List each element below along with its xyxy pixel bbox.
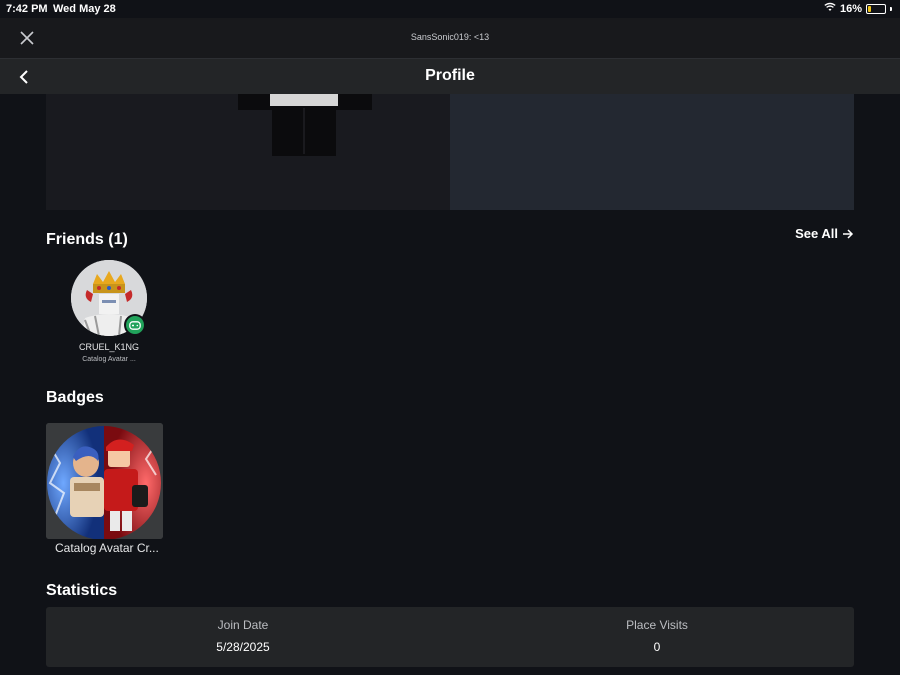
- badge-tile[interactable]: [46, 423, 163, 539]
- gamepad-icon: [129, 320, 141, 330]
- window-title: SansSonic019: <13: [410, 32, 490, 42]
- wifi-icon: [824, 2, 836, 15]
- friend-tile[interactable]: CRUEL_K1NG Catalog Avatar ...: [71, 260, 149, 363]
- status-date: Wed May 28: [53, 3, 116, 15]
- avatar-preview[interactable]: [46, 94, 450, 210]
- battery-percent: 16%: [839, 2, 862, 15]
- status-indicators: 16%: [824, 2, 892, 15]
- battery-icon: [866, 3, 886, 14]
- statistics-heading: Statistics: [46, 582, 118, 599]
- see-all-label: See All: [795, 226, 838, 241]
- friends-heading: Friends (1): [46, 231, 128, 248]
- badges-heading: Badges: [46, 389, 104, 406]
- see-all-button[interactable]: See All: [795, 226, 854, 241]
- friend-name: CRUEL_K1NG: [78, 342, 140, 352]
- arrow-right-icon: [843, 228, 854, 239]
- nav-bar: Profile: [0, 58, 900, 94]
- place-visits-label: Place Visits: [626, 618, 688, 632]
- join-date-value: 5/28/2025: [216, 640, 270, 654]
- place-visits-value: 0: [653, 640, 661, 654]
- friend-status: Catalog Avatar ...: [82, 356, 136, 363]
- top-bar: SansSonic019: <13: [0, 18, 900, 58]
- presence-badge: [124, 314, 146, 336]
- avatar-side-panel: [450, 94, 854, 210]
- badge-image: [46, 423, 163, 539]
- avatar-image: [238, 94, 372, 156]
- status-time: 7:42 PM: [6, 3, 48, 15]
- join-date-label: Join Date: [217, 618, 269, 632]
- page-title: Profile: [425, 67, 475, 84]
- badge-name: Catalog Avatar Cr...: [55, 541, 159, 555]
- statistics-panel: Join Date 5/28/2025 Place Visits 0: [46, 607, 854, 667]
- status-bar: 7:42 PM Wed May 28 16%: [0, 0, 900, 18]
